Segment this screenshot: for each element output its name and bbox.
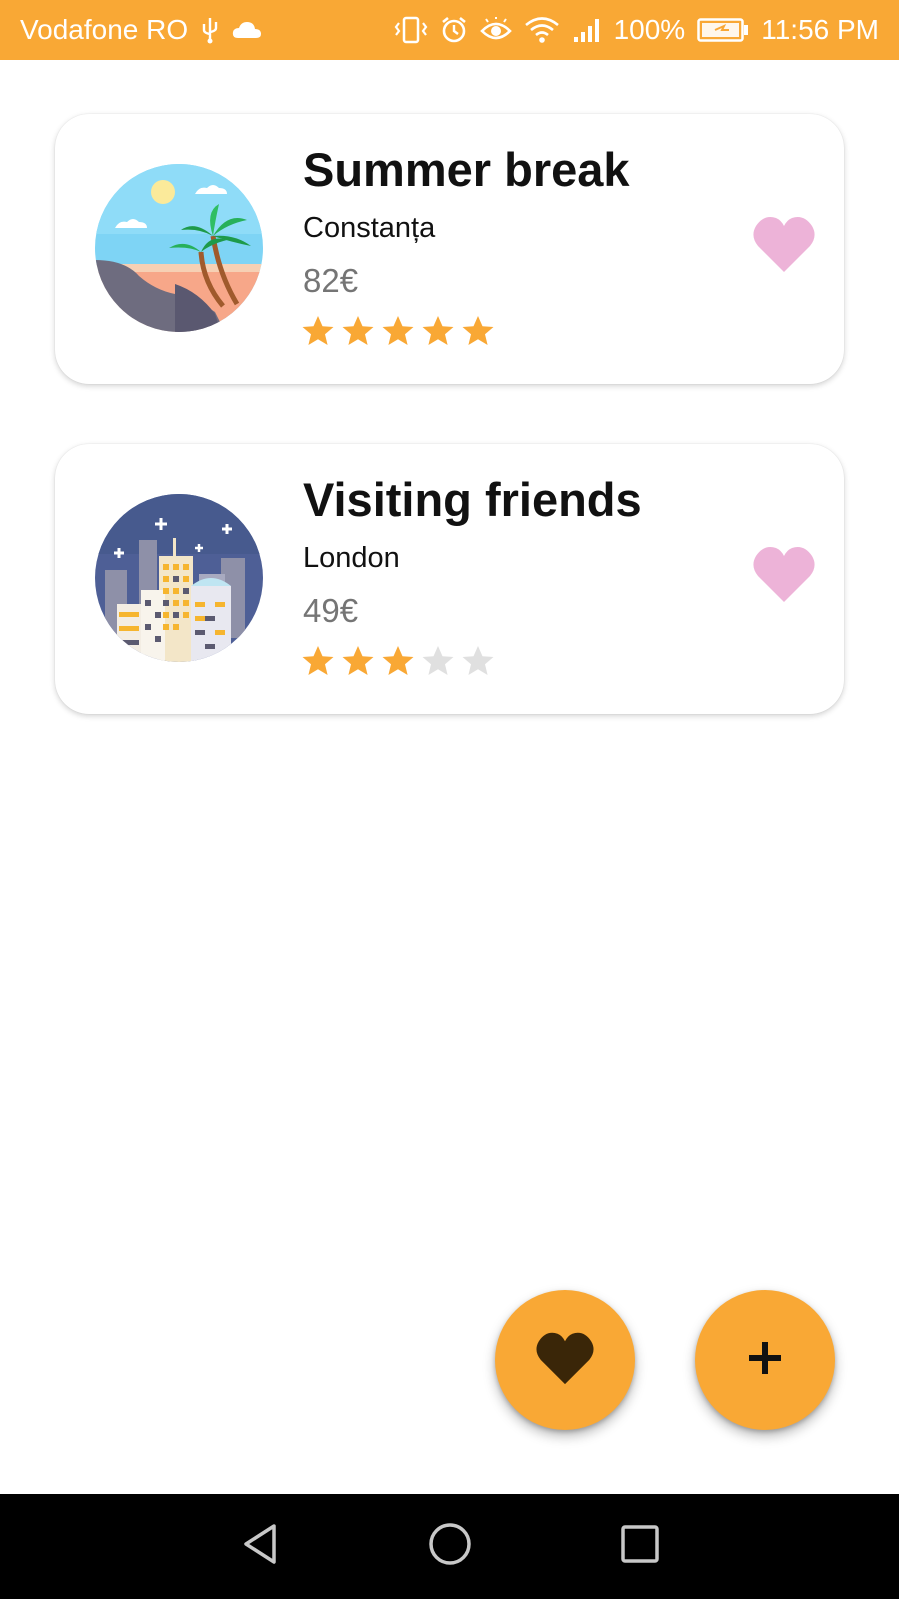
beach-palm-icon (95, 164, 263, 332)
heart-icon (534, 1330, 596, 1391)
trip-title: Visiting friends (303, 473, 642, 526)
rating-stars (301, 314, 495, 348)
system-navigation-bar (0, 1494, 899, 1599)
trip-price: 82€ (303, 262, 359, 299)
star-filled-icon (341, 644, 375, 678)
status-left: Vodafone RO (20, 14, 262, 46)
favorite-heart-icon[interactable] (752, 544, 816, 604)
favorites-fab-button[interactable] (495, 1290, 635, 1430)
rating-stars (301, 644, 495, 678)
star-filled-icon (341, 314, 375, 348)
wifi-icon (524, 16, 560, 44)
recents-icon (620, 1524, 660, 1569)
star-empty-icon (461, 644, 495, 678)
back-button[interactable] (230, 1517, 290, 1577)
battery-percent: 100% (613, 14, 686, 45)
star-empty-icon (421, 644, 455, 678)
cloud-icon (232, 20, 262, 40)
favorite-heart-icon[interactable] (752, 214, 816, 274)
home-icon (428, 1522, 472, 1571)
star-filled-icon (381, 314, 415, 348)
status-bar: Vodafone RO 100% 11:56 PM (0, 0, 899, 60)
signal-icon (572, 17, 602, 43)
usb-icon (200, 16, 220, 44)
recents-button[interactable] (610, 1517, 670, 1577)
trip-card[interactable]: Visiting friends London 49€ (55, 444, 844, 714)
back-icon (240, 1522, 280, 1571)
trip-price: 49€ (303, 592, 359, 629)
city-night-icon (95, 494, 263, 662)
trip-location: Constanța (303, 212, 436, 244)
eye-icon (479, 17, 512, 43)
trip-card[interactable]: Summer break Constanța 82€ (55, 114, 844, 384)
plus-icon (747, 1340, 783, 1381)
battery-charging-icon (697, 17, 749, 43)
carrier-name: Vodafone RO (20, 14, 189, 45)
star-filled-icon (421, 314, 455, 348)
star-filled-icon (381, 644, 415, 678)
status-right: 100% 11:56 PM (394, 14, 879, 46)
vibrate-icon (394, 16, 428, 44)
star-filled-icon (301, 314, 335, 348)
star-filled-icon (301, 644, 335, 678)
trip-title: Summer break (303, 143, 630, 196)
add-trip-fab-button[interactable] (695, 1290, 835, 1430)
alarm-icon (440, 16, 468, 44)
home-button[interactable] (420, 1517, 480, 1577)
clock: 11:56 PM (761, 14, 879, 45)
star-filled-icon (461, 314, 495, 348)
trip-location: London (303, 542, 400, 574)
